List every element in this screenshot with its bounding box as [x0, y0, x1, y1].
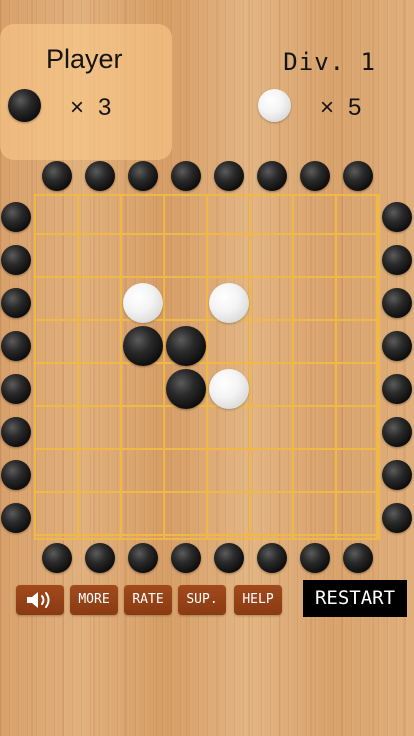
- border-stone-right[interactable]: [382, 459, 412, 490]
- border-stone-bottom[interactable]: [213, 543, 244, 573]
- support-button[interactable]: SUP.: [178, 585, 226, 615]
- rate-button[interactable]: RATE: [124, 585, 172, 615]
- border-stone-left[interactable]: [1, 287, 31, 318]
- more-button[interactable]: MORE: [70, 585, 118, 615]
- border-stone-top[interactable]: [342, 161, 373, 191]
- border-stone-right[interactable]: [382, 201, 412, 232]
- border-stone-bottom[interactable]: [299, 543, 330, 573]
- border-stone-top[interactable]: [299, 161, 330, 191]
- border-stone-left[interactable]: [1, 502, 31, 533]
- border-stone-bottom[interactable]: [84, 543, 115, 573]
- sound-toggle-button[interactable]: [16, 585, 64, 615]
- border-stone-right[interactable]: [382, 287, 412, 318]
- border-stone-top[interactable]: [213, 161, 244, 191]
- border-stone-top[interactable]: [41, 161, 72, 191]
- player-label: Player: [46, 44, 123, 74]
- game-board[interactable]: [34, 194, 380, 540]
- border-stone-bottom[interactable]: [41, 543, 72, 573]
- border-stone-right[interactable]: [382, 330, 412, 361]
- border-stone-right[interactable]: [382, 373, 412, 404]
- border-stone-left[interactable]: [1, 201, 31, 232]
- border-stone-bottom[interactable]: [170, 543, 201, 573]
- black-stone: [122, 325, 163, 366]
- black-stone: [165, 368, 206, 409]
- white-stone-count: × 5: [320, 94, 361, 122]
- white-stone: [122, 282, 163, 323]
- times-symbol: ×: [70, 94, 85, 121]
- border-stone-top[interactable]: [170, 161, 201, 191]
- white-stone: [208, 282, 249, 323]
- border-stone-left[interactable]: [1, 373, 31, 404]
- restart-button[interactable]: RESTART: [303, 580, 407, 617]
- border-stone-top[interactable]: [84, 161, 115, 191]
- black-stone-icon: [8, 89, 41, 122]
- white-stone-icon: [258, 89, 291, 122]
- border-stone-bottom[interactable]: [342, 543, 373, 573]
- division-label: Div. 1: [283, 48, 376, 76]
- border-stone-bottom[interactable]: [127, 543, 158, 573]
- border-stone-right[interactable]: [382, 244, 412, 275]
- border-stone-left[interactable]: [1, 244, 31, 275]
- black-count-value: 3: [98, 94, 112, 121]
- border-stone-left[interactable]: [1, 459, 31, 490]
- times-symbol: ×: [320, 94, 335, 121]
- border-stone-top[interactable]: [127, 161, 158, 191]
- help-button[interactable]: HELP: [234, 585, 282, 615]
- game-screen: Player Div. 1 × 3 × 5 MORE RATE SUP. HELP …: [0, 0, 414, 736]
- border-stone-top[interactable]: [256, 161, 287, 191]
- border-stone-right[interactable]: [382, 416, 412, 447]
- white-stone: [208, 368, 249, 409]
- border-stone-left[interactable]: [1, 416, 31, 447]
- border-stone-left[interactable]: [1, 330, 31, 361]
- black-stone: [165, 325, 206, 366]
- black-stone-count: × 3: [70, 94, 111, 122]
- white-count-value: 5: [348, 94, 362, 121]
- border-stone-bottom[interactable]: [256, 543, 287, 573]
- border-stone-right[interactable]: [382, 502, 412, 533]
- speaker-icon: [27, 592, 50, 608]
